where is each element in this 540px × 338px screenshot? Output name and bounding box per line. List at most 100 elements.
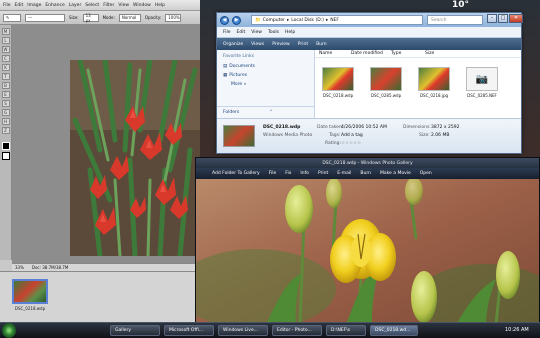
gallery-titlebar: DSC_0218.wdp - Windows Photo Gallery: [196, 158, 539, 168]
folders-toggle[interactable]: Folders ⌃: [217, 106, 315, 118]
start-orb-icon[interactable]: [2, 323, 16, 338]
menu-tools[interactable]: Tools: [268, 30, 279, 35]
burn-button[interactable]: Burn: [316, 42, 327, 47]
file-item[interactable]: DSC_0285.wdp: [367, 61, 405, 111]
info-button[interactable]: Info: [300, 171, 309, 176]
col-date-modified[interactable]: Date modified: [351, 51, 391, 56]
gallery-photo-view[interactable]: [196, 179, 539, 325]
brush-preset-picker[interactable]: ✎: [3, 13, 21, 22]
menu-view[interactable]: View: [251, 30, 262, 35]
documents-icon: ▤: [223, 64, 228, 69]
forward-button[interactable]: ▶: [232, 15, 241, 25]
email-button[interactable]: E-mail: [337, 171, 351, 176]
col-size[interactable]: Size: [425, 51, 455, 56]
brush-stroke-preview[interactable]: 〰: [25, 13, 65, 22]
opacity-field[interactable]: 100%: [165, 13, 182, 22]
maximize-button[interactable]: □: [498, 14, 508, 23]
tool-text-icon[interactable]: T: [1, 73, 10, 80]
taskbar-item-gallery[interactable]: Gallery: [110, 325, 160, 336]
organize-button[interactable]: Organize: [223, 42, 243, 47]
ps-menu-select[interactable]: Select: [85, 3, 99, 8]
file-item[interactable]: DSC_0218.wdp: [319, 61, 357, 111]
col-name[interactable]: Name: [315, 51, 351, 56]
menu-file[interactable]: File: [223, 30, 231, 35]
background-color-swatch[interactable]: [1, 152, 10, 160]
menu-edit[interactable]: Edit: [237, 30, 246, 35]
taskbar: Gallery Microsoft Offi... Windows Live..…: [0, 322, 540, 338]
ps-menu-image[interactable]: Image: [27, 3, 41, 8]
tool-zoom-icon[interactable]: Z: [1, 127, 10, 134]
tool-lasso-icon[interactable]: L: [1, 37, 10, 44]
make-movie-button[interactable]: Make a Movie: [380, 171, 411, 176]
rating-stars[interactable]: ☆☆☆☆☆: [341, 141, 361, 146]
tool-eraser-icon[interactable]: E: [1, 91, 10, 98]
taskbar-clock[interactable]: 10:26 AM: [505, 327, 529, 333]
mode-select[interactable]: Normal: [118, 13, 141, 22]
ps-options-bar: ✎ 〰 Size: 13 px Mode: Normal Opacity: 10…: [0, 11, 200, 25]
chevron-up-icon: ⌃: [269, 110, 274, 115]
tool-sponge-icon[interactable]: S: [1, 100, 10, 107]
ps-menu-view[interactable]: View: [118, 3, 129, 8]
date-taken-value[interactable]: 4/26/2006 10:52 AM: [341, 125, 387, 130]
file-name: DSC_0218.jpg: [419, 93, 449, 98]
more-links[interactable]: More »: [231, 82, 246, 87]
ps-menu-help[interactable]: Help: [155, 3, 165, 8]
file-item[interactable]: 📷 DSC_0285.NEF: [463, 61, 501, 111]
nav-pictures[interactable]: ▦ Pictures: [223, 73, 247, 78]
ps-menu-enhance[interactable]: Enhance: [45, 3, 64, 8]
tool-gradient-icon[interactable]: G: [1, 109, 10, 116]
ps-menu-edit[interactable]: Edit: [15, 3, 24, 8]
print-button[interactable]: Print: [318, 171, 328, 176]
taskbar-item-photo-gallery[interactable]: DSC_0218.wd...: [370, 325, 418, 336]
foreground-color-swatch[interactable]: [1, 142, 10, 150]
open-button[interactable]: Open: [420, 171, 432, 176]
ps-menubar: File Edit Image Enhance Layer Select Fil…: [0, 0, 200, 11]
taskbar-item-live[interactable]: Windows Live...: [218, 325, 268, 336]
tool-crop-icon[interactable]: C: [1, 55, 10, 62]
tool-cookie-icon[interactable]: K: [1, 64, 10, 71]
dimensions-label: Dimensions:: [403, 125, 431, 130]
close-button[interactable]: ✕: [509, 14, 523, 23]
menu-help[interactable]: Help: [285, 30, 295, 35]
address-bar[interactable]: 📁 Computer ▸ Local Disk (D:) ▸ NEF: [251, 15, 423, 25]
preview-button[interactable]: Preview: [272, 42, 290, 47]
tool-move-icon[interactable]: M: [1, 28, 10, 35]
fix-button[interactable]: Fix: [285, 171, 291, 176]
command-bar: Organize Views Preview Print Burn: [217, 38, 521, 50]
add-folder-button[interactable]: Add Folder To Gallery: [212, 171, 260, 176]
ps-menu-file[interactable]: File: [3, 3, 11, 8]
ps-menu-filter[interactable]: Filter: [103, 3, 114, 8]
file-item[interactable]: DSC_0218.jpg: [415, 61, 453, 111]
column-headers: Name Date modified Type Size: [315, 50, 521, 58]
breadcrumb-computer[interactable]: Computer: [263, 18, 285, 23]
taskbar-item-explorer[interactable]: D:\NEF\s: [326, 325, 366, 336]
ps-document-image[interactable]: [70, 60, 200, 256]
minimize-button[interactable]: –: [487, 14, 497, 23]
ps-menu-layer[interactable]: Layer: [69, 3, 82, 8]
breadcrumb-nef[interactable]: NEF: [330, 18, 339, 23]
tags-value[interactable]: Add a tag: [341, 133, 363, 138]
search-input[interactable]: Search: [427, 15, 483, 25]
nav-documents[interactable]: ▤ Documents: [223, 64, 255, 69]
tool-brush-icon[interactable]: B: [1, 82, 10, 89]
zoom-readout: 33%: [15, 265, 24, 270]
taskbar-item-photoshop[interactable]: Editor - Photo...: [272, 325, 322, 336]
taskbar-item-office[interactable]: Microsoft Offi...: [164, 325, 214, 336]
breadcrumb-separator: ▸: [325, 17, 329, 23]
pictures-icon: ▦: [223, 73, 228, 78]
photo-bin-thumbnail[interactable]: [12, 279, 48, 304]
explorer-menubar: File Edit View Tools Help: [217, 27, 521, 38]
size-field[interactable]: 13 px: [82, 13, 99, 23]
breadcrumb-local-disk[interactable]: Local Disk (D:): [291, 18, 324, 23]
tool-hand-icon[interactable]: H: [1, 118, 10, 125]
camera-icon: 📷: [466, 67, 498, 91]
views-button[interactable]: Views: [251, 42, 264, 47]
ps-menu-window[interactable]: Window: [133, 3, 151, 8]
col-type[interactable]: Type: [391, 51, 425, 56]
back-button[interactable]: ◀: [220, 15, 229, 25]
gallery-toolbar: Add Folder To Gallery File Fix Info Prin…: [196, 168, 539, 179]
print-button[interactable]: Print: [298, 42, 308, 47]
file-menu-button[interactable]: File: [269, 171, 277, 176]
tool-wand-icon[interactable]: W: [1, 46, 10, 53]
burn-button[interactable]: Burn: [360, 171, 371, 176]
